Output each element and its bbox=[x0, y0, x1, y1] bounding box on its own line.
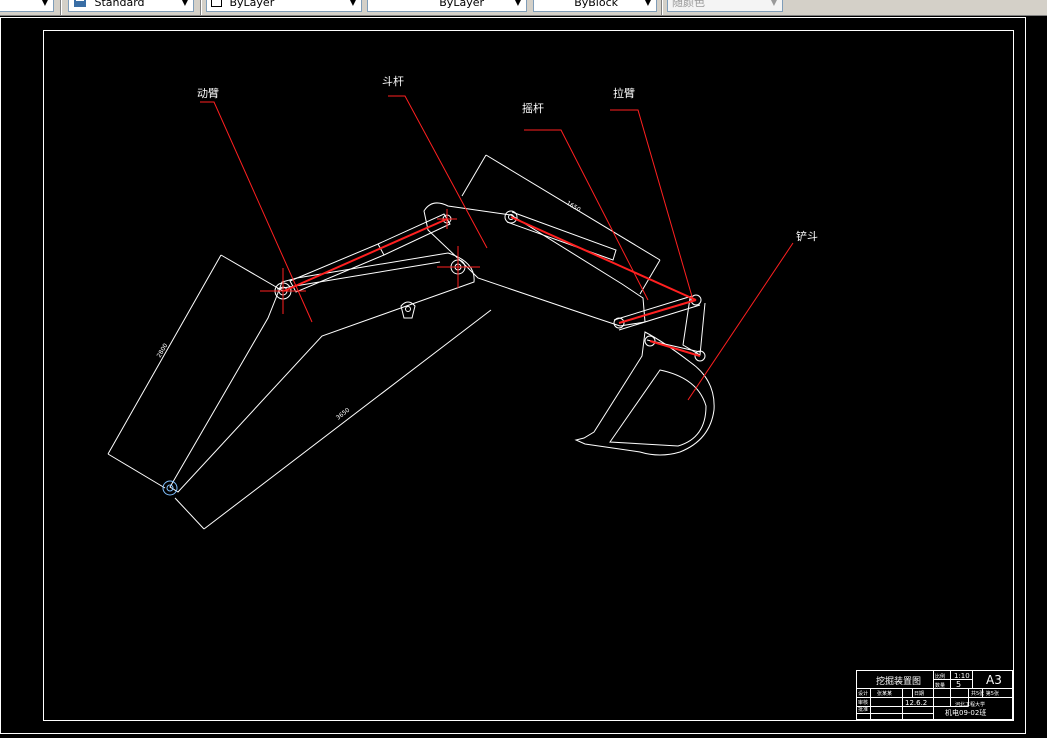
link-leader bbox=[610, 109, 694, 301]
designer-label: 设计 bbox=[858, 690, 868, 697]
toolbar-separator bbox=[661, 0, 663, 15]
excavator-drawing bbox=[107, 154, 715, 530]
approver-label: 批准 bbox=[858, 706, 868, 713]
label-boom: 动臂 bbox=[197, 87, 219, 100]
date-value: 12.6.2 bbox=[905, 699, 927, 707]
drawing-number: 机电09-02班 bbox=[945, 708, 986, 717]
dim-boom-side: 2800 bbox=[156, 342, 170, 359]
center-mark bbox=[260, 268, 306, 314]
plot-style-select[interactable]: 随颜色 ▼ bbox=[667, 0, 783, 12]
chevron-down-icon: ▼ bbox=[181, 0, 189, 7]
linetype-value: ByLayer bbox=[439, 0, 484, 9]
boom-bracket bbox=[400, 301, 416, 319]
leader-lines bbox=[200, 95, 794, 401]
center-mark bbox=[437, 209, 457, 229]
linetype-select[interactable]: ByLayer ▼ bbox=[367, 0, 527, 12]
text-style-icon bbox=[74, 0, 86, 7]
boom-rod-red bbox=[283, 218, 448, 292]
cylinder-rods bbox=[283, 216, 701, 357]
chevron-down-icon: ▼ bbox=[349, 0, 357, 7]
color-select[interactable]: ByLayer ▼ bbox=[206, 0, 362, 12]
label-rocker: 摇杆 bbox=[522, 101, 544, 115]
bucket-inner bbox=[609, 369, 707, 447]
plot-style-value: 随颜色 bbox=[672, 0, 705, 9]
stick-leader bbox=[388, 95, 488, 249]
dim-boom-long: 3650 bbox=[335, 407, 351, 422]
bucket-leader bbox=[687, 242, 794, 401]
lineweight-value: ByBlock bbox=[574, 0, 618, 9]
chevron-down-icon: ▼ bbox=[644, 0, 652, 7]
lineweight-select[interactable]: ByBlock ▼ bbox=[533, 0, 657, 12]
school-name: 河北工程大学 bbox=[955, 701, 985, 708]
stick-dimension-lines bbox=[461, 154, 661, 295]
chevron-down-icon: ▼ bbox=[514, 0, 522, 7]
text-style-value: Standard bbox=[94, 0, 145, 9]
date-label: 日期 bbox=[914, 691, 924, 697]
boom-body bbox=[169, 252, 475, 493]
checker-label: 审核 bbox=[858, 699, 868, 706]
bucket-rod-red bbox=[649, 340, 701, 357]
sheet-size: A3 bbox=[986, 673, 1002, 687]
qty-value: 5 bbox=[956, 680, 961, 689]
boom-leader bbox=[200, 101, 313, 323]
scale-label: 比例 bbox=[935, 673, 945, 680]
toolbar-separator bbox=[60, 0, 62, 15]
chevron-down-icon: ▼ bbox=[41, 0, 49, 7]
toolbar-separator bbox=[200, 0, 202, 15]
text-style-select[interactable]: Standard ▼ bbox=[68, 0, 194, 12]
title-block-title: 挖掘装置图 bbox=[876, 675, 921, 687]
properties-toolbar: ▼ Standard ▼ ByLayer ▼ ByLayer ▼ ByBlock… bbox=[0, 0, 1047, 16]
designer-name: 张某某 bbox=[877, 690, 892, 697]
stick-cylinder bbox=[506, 211, 617, 261]
scale-value: 1:10 bbox=[954, 672, 970, 680]
color-swatch-icon bbox=[211, 0, 222, 7]
drawing-frame bbox=[43, 30, 1014, 721]
partial-combo[interactable]: ▼ bbox=[0, 0, 54, 12]
label-bucket: 铲斗 bbox=[796, 229, 818, 243]
boom-root-pin bbox=[162, 480, 178, 496]
boom-bracket-pin bbox=[405, 306, 411, 312]
viewport-border bbox=[0, 17, 1026, 734]
stick-rod-red bbox=[510, 216, 697, 301]
qty-label: 数量 bbox=[935, 682, 945, 689]
label-link: 拉臂 bbox=[613, 86, 635, 100]
label-stick: 斗杆 bbox=[382, 74, 404, 88]
link-rod-red bbox=[618, 299, 697, 324]
center-marks bbox=[260, 209, 480, 314]
drawing-canvas[interactable]: 动臂 斗杆 摇杆 拉臂 铲斗 2800 3650 1650 挖掘装置图 比例 1… bbox=[0, 16, 1047, 738]
color-value: ByLayer bbox=[229, 0, 275, 9]
sheet-info: 共5张 第5张 bbox=[971, 690, 999, 697]
chevron-down-icon: ▼ bbox=[770, 0, 778, 7]
